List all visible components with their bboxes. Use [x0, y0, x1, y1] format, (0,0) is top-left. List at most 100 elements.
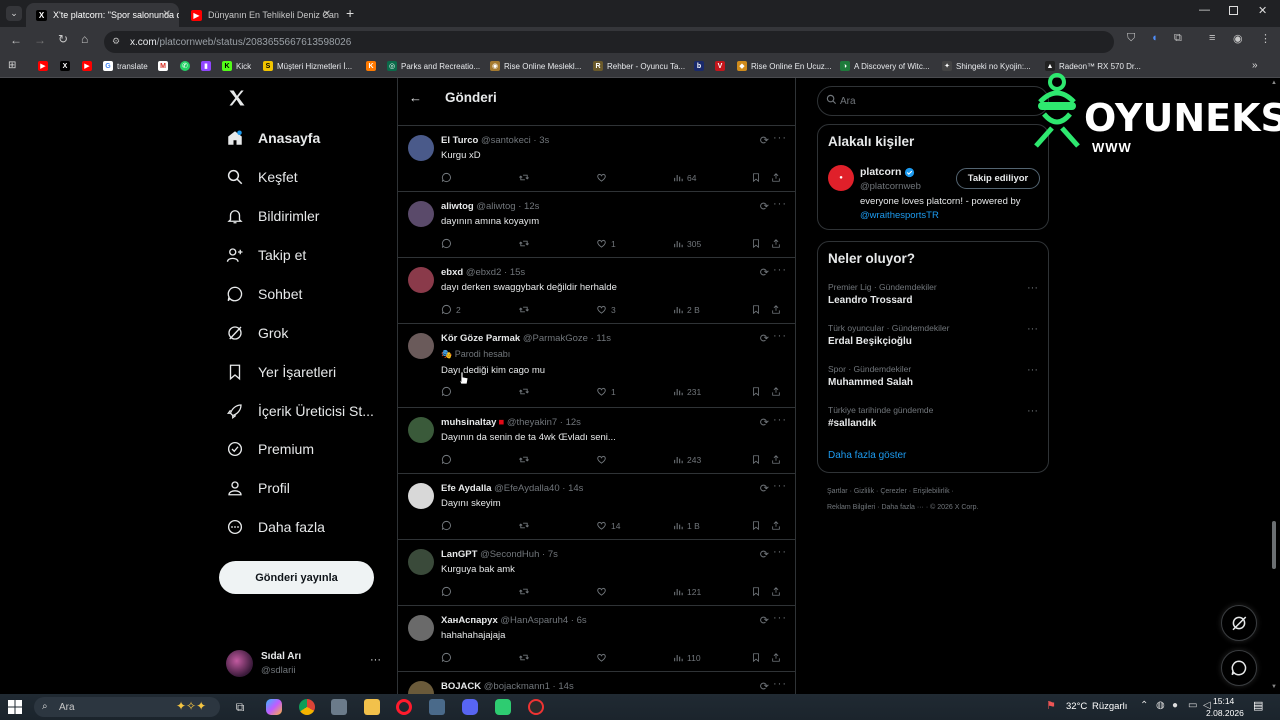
share-button[interactable]: [771, 304, 785, 315]
reply-button[interactable]: [441, 386, 456, 397]
post-button[interactable]: Gönderi yayınla: [219, 561, 374, 594]
reply-button[interactable]: [441, 238, 456, 249]
post-time[interactable]: 12s: [524, 201, 539, 212]
share-button[interactable]: [771, 586, 785, 597]
avatar[interactable]: [408, 615, 434, 641]
bookmark-red[interactable]: V: [715, 61, 729, 71]
grok-explain-icon[interactable]: ⟳: [760, 134, 769, 147]
app-red-icon[interactable]: [528, 699, 544, 715]
like-button[interactable]: [596, 652, 611, 663]
bookmark-button[interactable]: [751, 454, 765, 465]
grok-explain-icon[interactable]: ⟳: [760, 680, 769, 693]
bookmarks-overflow-icon[interactable]: »: [1252, 60, 1258, 71]
share-button[interactable]: [771, 386, 785, 397]
avatar[interactable]: [408, 549, 434, 575]
forward-icon[interactable]: →: [34, 33, 46, 47]
post-time[interactable]: 12s: [566, 417, 581, 428]
nav-creator-studio[interactable]: İçerik Üreticisi St...: [226, 397, 374, 425]
shield-extension-icon[interactable]: ⛉: [1127, 32, 1135, 45]
site-info-icon[interactable]: ⚙: [112, 36, 120, 47]
avatar[interactable]: [408, 135, 434, 161]
bookmark-kick[interactable]: K Kick: [222, 61, 251, 71]
weather-label[interactable]: Rüzgarlı: [1092, 701, 1127, 712]
grok-explain-icon[interactable]: ⟳: [760, 548, 769, 561]
bookmark-b[interactable]: b: [694, 61, 708, 71]
author-name[interactable]: ХанАспарух: [441, 615, 498, 626]
more-options-icon[interactable]: ···: [773, 132, 787, 144]
author-handle[interactable]: @bojackmann1: [484, 681, 550, 692]
trend-item[interactable]: Spor · Gündemdekiler Muhammed Salah: [828, 364, 913, 388]
scroll-down-icon[interactable]: ▼: [1271, 684, 1277, 690]
address-bar[interactable]: ⚙ x.com/platcornweb/status/2083655667613…: [104, 31, 1114, 53]
extensions-icon[interactable]: ⧉: [1174, 32, 1182, 45]
nav-bookmarks[interactable]: Yer İşaretleri: [226, 358, 336, 386]
notifications-icon[interactable]: ▤: [1253, 699, 1263, 712]
retweet-button[interactable]: [518, 652, 534, 663]
extension-blue-icon[interactable]: ◖: [1151, 32, 1158, 44]
home-icon[interactable]: ⌂: [81, 32, 88, 46]
avatar[interactable]: [408, 681, 434, 694]
grok-explain-icon[interactable]: ⟳: [760, 200, 769, 213]
chrome-icon[interactable]: [299, 699, 315, 715]
back-icon[interactable]: ←: [10, 33, 22, 47]
more-options-icon[interactable]: ···: [773, 264, 787, 276]
bookmark-k[interactable]: K: [366, 61, 380, 71]
reply-button[interactable]: [441, 520, 456, 531]
avatar[interactable]: ●: [828, 165, 854, 191]
nav-profile[interactable]: Profil: [226, 474, 290, 502]
calculator-icon[interactable]: [429, 699, 445, 715]
avatar[interactable]: [408, 201, 434, 227]
nav-notifications[interactable]: Bildirimler: [226, 202, 319, 230]
reload-icon[interactable]: ↻: [58, 32, 68, 46]
reply-button[interactable]: [441, 454, 456, 465]
views-button[interactable]: 121: [673, 586, 701, 597]
views-button[interactable]: 2 B: [673, 304, 700, 315]
nav-explore[interactable]: Keşfet: [226, 163, 298, 191]
bookmark-youtube-2[interactable]: ▶: [82, 61, 96, 71]
like-button[interactable]: 1: [596, 238, 616, 249]
page-scrollbar[interactable]: [1272, 521, 1276, 569]
mic-2-icon[interactable]: ●: [1172, 700, 1178, 711]
bookmark-rehber[interactable]: R Rehber - Oyuncu Ta...: [593, 61, 685, 71]
retweet-button[interactable]: [518, 520, 534, 531]
bookmark-translate[interactable]: Gtranslate: [103, 61, 148, 71]
author-handle[interactable]: @ebxd2: [466, 267, 502, 278]
avatar[interactable]: [408, 483, 434, 509]
views-button[interactable]: 1 B: [673, 520, 700, 531]
retweet-button[interactable]: [518, 454, 534, 465]
bookmark-shingeki[interactable]: ✦ Shingeki no Kyojin:...: [942, 61, 1031, 71]
trend-more-icon[interactable]: ···: [1027, 364, 1038, 376]
reply-tweet[interactable]: muhsinaltay ■ @theyakin7 · 12s ⟳ ··· Dayının…: [398, 408, 795, 474]
nav-follow[interactable]: Takip et: [226, 241, 306, 269]
opera-icon[interactable]: [396, 699, 412, 715]
app-grey-icon[interactable]: [331, 699, 347, 715]
taskbar-search-input[interactable]: ⌕ Ara ✦✧✦: [34, 697, 220, 717]
grok-explain-icon[interactable]: ⟳: [760, 482, 769, 495]
like-button[interactable]: 3: [596, 304, 616, 315]
bookmark-button[interactable]: [751, 386, 765, 397]
scroll-up-icon[interactable]: ▲: [1271, 80, 1277, 86]
share-button[interactable]: [771, 454, 785, 465]
bookmark-twitch[interactable]: ▮: [201, 61, 215, 71]
share-button[interactable]: [771, 238, 785, 249]
reply-button[interactable]: 2: [441, 304, 461, 315]
grok-floating-button[interactable]: [1221, 605, 1257, 641]
apps-grid-icon[interactable]: ⊞: [8, 60, 16, 71]
discord-icon[interactable]: [462, 699, 478, 715]
tab-search-icon[interactable]: ⌄: [6, 6, 22, 21]
reply-tweet[interactable]: aliwtog @aliwtog · 12s ⟳ ··· dayının amına …: [398, 192, 795, 258]
reply-button[interactable]: [441, 586, 456, 597]
mic-icon[interactable]: ◍: [1156, 700, 1165, 711]
views-button[interactable]: 231: [673, 386, 701, 397]
author-name[interactable]: muhsinaltay: [441, 417, 496, 428]
reply-tweet[interactable]: Efe Aydalla @EfeAydalla40 · 14s ⟳ ··· Dayın…: [398, 474, 795, 540]
avatar[interactable]: [408, 417, 434, 443]
clock-time[interactable]: 15:14: [1213, 696, 1234, 706]
bookmark-button[interactable]: [751, 586, 765, 597]
author-name[interactable]: aliwtog: [441, 201, 474, 212]
share-button[interactable]: [771, 652, 785, 663]
more-options-icon[interactable]: ···: [773, 480, 787, 492]
author-name[interactable]: Kör Göze Parmak: [441, 333, 520, 344]
copilot-icon[interactable]: [266, 699, 282, 715]
reply-button[interactable]: [441, 172, 456, 183]
